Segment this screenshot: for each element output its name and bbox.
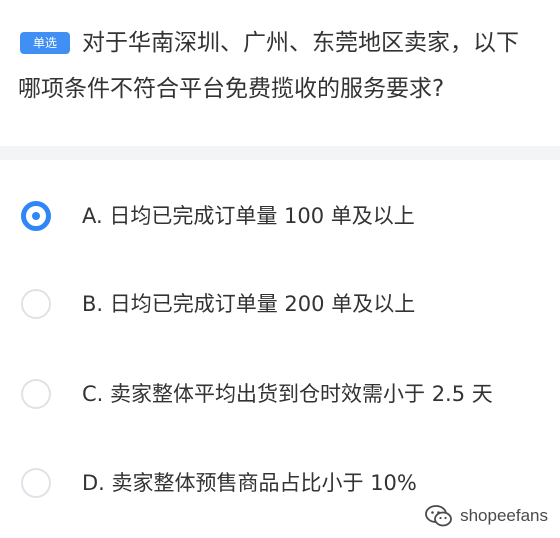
option-b[interactable]: B. 日均已完成订单量 200 单及以上: [0, 276, 560, 336]
radio-unselected-icon[interactable]: [21, 379, 51, 409]
option-d-label: D. 卖家整体预售商品占比小于 10%: [82, 471, 417, 495]
radio-selected-icon[interactable]: [21, 201, 51, 231]
question-header: 单选 对于华南深圳、广州、东莞地区卖家，以下 哪项条件不符合平台免费揽收的服务要…: [0, 0, 560, 146]
option-c-label: C. 卖家整体平均出货到仓时效需小于 2.5 天: [82, 382, 493, 406]
question-text-line-1: 对于华南深圳、广州、东莞地区卖家，以下: [82, 30, 519, 56]
option-a[interactable]: A. 日均已完成订单量 100 单及以上: [0, 188, 560, 248]
single-choice-badge: 单选: [20, 32, 70, 54]
quiz-page: 单选 对于华南深圳、广州、东莞地区卖家，以下 哪项条件不符合平台免费揽收的服务要…: [0, 0, 560, 538]
section-divider: [0, 146, 560, 160]
radio-unselected-icon[interactable]: [21, 468, 51, 498]
option-a-label: A. 日均已完成订单量 100 单及以上: [82, 204, 415, 228]
watermark: shopeefans: [424, 504, 548, 528]
radio-unselected-icon[interactable]: [21, 289, 51, 319]
option-c[interactable]: C. 卖家整体平均出货到仓时效需小于 2.5 天: [0, 366, 560, 426]
wechat-icon: [425, 505, 452, 527]
option-b-label: B. 日均已完成订单量 200 单及以上: [82, 292, 416, 316]
watermark-text: shopeefans: [460, 506, 548, 525]
question-text-line-2: 哪项条件不符合平台免费揽收的服务要求?: [18, 76, 445, 102]
